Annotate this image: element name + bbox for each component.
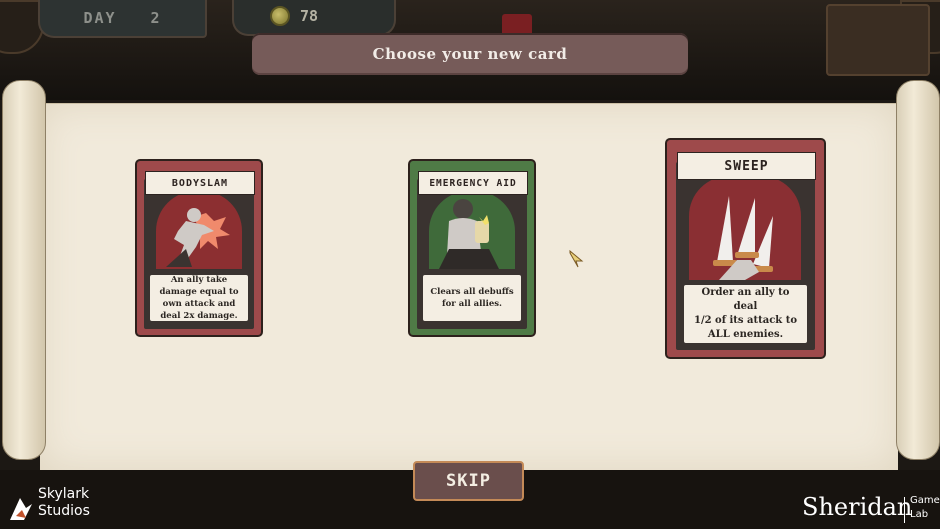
card-title: SWEEP (677, 152, 816, 180)
scroll-right-roll (896, 80, 940, 460)
logo-name: Sheridan (802, 493, 913, 521)
scroll-left-roll (2, 80, 46, 460)
logo-line: Studios (38, 503, 90, 519)
emergency-aid-art (429, 191, 515, 269)
day-counter: DAY 2 (38, 0, 207, 38)
logo-line: Skylark (38, 486, 90, 502)
page-title: Choose your new card (252, 33, 688, 75)
bodyslam-art (156, 191, 242, 269)
card-description: Clears all debuffs for all allies. (423, 275, 521, 321)
day-value: 2 (150, 9, 162, 27)
skip-button[interactable]: SKIP (413, 461, 524, 501)
card-description: Order an ally to deal 1/2 of its attack … (684, 285, 807, 343)
logo-sub: Lab (910, 509, 929, 520)
card-description: An ally take damage equal to own attack … (150, 275, 248, 321)
sheridan-game-lab-logo: Sheridan Game Lab (802, 493, 940, 529)
card-bodyslam[interactable]: BODYSLAM An ally take damage equal to ow… (137, 161, 261, 335)
logo-sub: Game (910, 495, 940, 506)
card-sweep[interactable]: SWEEP Order an ally to deal 1/2 of its a… (667, 140, 824, 357)
card-description-line: ALL enemies. (707, 329, 784, 340)
day-label: DAY (83, 9, 117, 27)
cursor-icon (569, 249, 584, 268)
sweep-art (689, 176, 801, 280)
card-description-line: 1/2 of its attack to (693, 315, 798, 326)
bird-icon (10, 498, 32, 520)
gold-counter: 78 (232, 0, 396, 36)
coin-icon (270, 6, 290, 26)
card-description-line: Order an ally to deal (701, 287, 790, 312)
skylark-studios-logo: Skylark Studios (6, 486, 116, 528)
card-emergency-aid[interactable]: EMERGENCY AID Clears all debuffs for all… (410, 161, 534, 335)
card-title: BODYSLAM (145, 171, 255, 195)
card-title: EMERGENCY AID (418, 171, 528, 195)
right-hud-panel (826, 4, 930, 76)
logo-divider (904, 497, 905, 523)
gold-value: 78 (300, 7, 319, 25)
